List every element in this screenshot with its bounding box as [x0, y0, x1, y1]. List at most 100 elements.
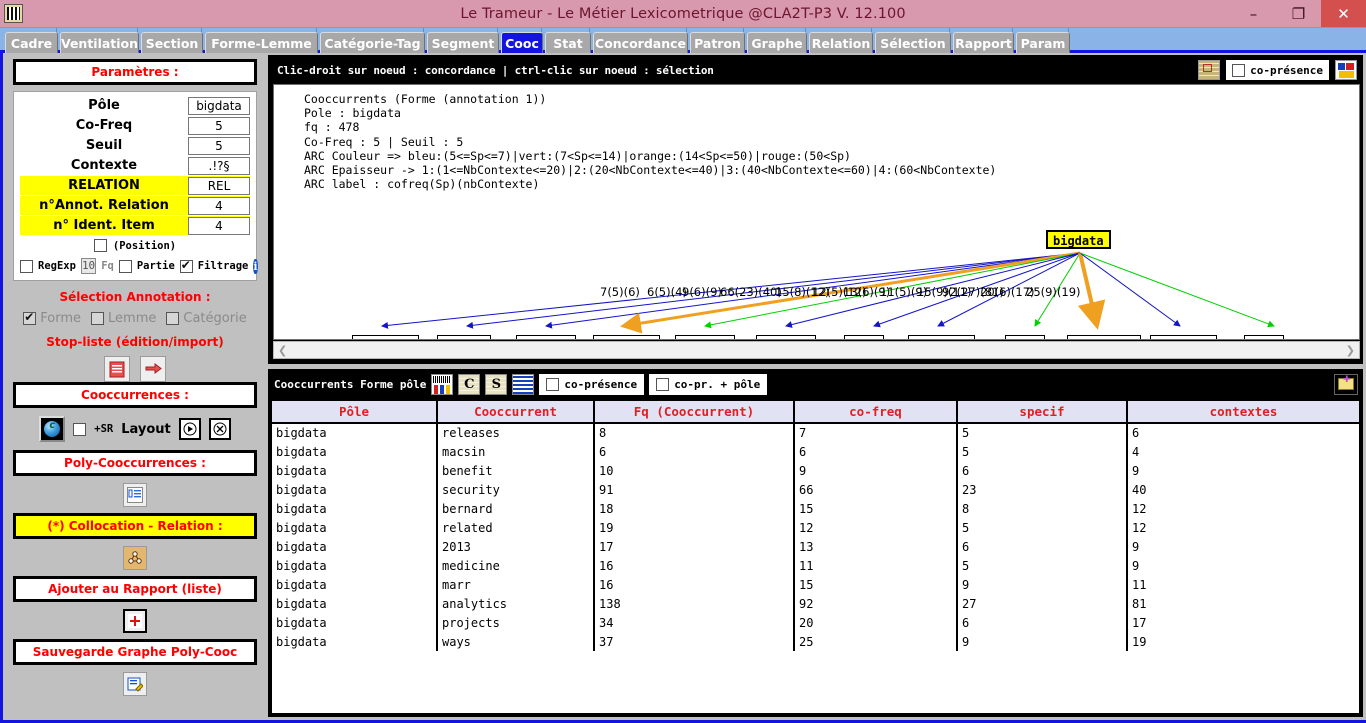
- table-row[interactable]: bigdata benefit 10 9 6 9: [272, 461, 1359, 480]
- tab-cadre[interactable]: Cadre: [5, 32, 58, 53]
- graph-node[interactable]: related: [756, 335, 817, 339]
- table-row[interactable]: bigdata macsin 6 6 5 4: [272, 442, 1359, 461]
- graph-node[interactable]: analytics: [1067, 335, 1142, 339]
- table-column-header[interactable]: Cooccurrent: [437, 401, 595, 424]
- graph-node[interactable]: projects: [1150, 335, 1218, 339]
- table-copresence-checkbox[interactable]: [546, 377, 560, 391]
- table-copresence-control[interactable]: co-présence: [539, 373, 645, 395]
- table-row[interactable]: bigdata bernard 18 15 8 12: [272, 499, 1359, 518]
- sr-checkbox[interactable]: [73, 422, 87, 436]
- collocation-graph-icon[interactable]: [123, 546, 147, 570]
- tab-ventilation[interactable]: Ventilation: [60, 32, 139, 53]
- export-folder-icon[interactable]: [1334, 373, 1358, 395]
- graph-pole-node[interactable]: bigdata: [1046, 230, 1111, 249]
- position-checkbox[interactable]: [93, 239, 107, 252]
- import-stoplist-icon[interactable]: [140, 356, 166, 382]
- edit-stoplist-icon[interactable]: [104, 356, 130, 382]
- param-value-input[interactable]: .!?§: [188, 156, 250, 175]
- table-cell: 5: [957, 442, 1128, 461]
- tab-patron[interactable]: Patron: [690, 32, 745, 53]
- tab-cooc[interactable]: Cooc: [501, 32, 543, 53]
- annotation-option-catégorie[interactable]: Catégorie: [166, 311, 247, 326]
- annotation-label: Lemme: [108, 311, 157, 326]
- param-value-input[interactable]: 5: [188, 116, 250, 135]
- annotation-checkbox[interactable]: [23, 310, 37, 325]
- graph-node[interactable]: security: [593, 335, 661, 339]
- graph-node[interactable]: medicine: [908, 335, 976, 339]
- cooc-globe-icon[interactable]: [39, 416, 66, 442]
- annotation-option-lemme[interactable]: Lemme: [91, 311, 156, 326]
- param-row-seuil: Seuil 5: [20, 136, 250, 155]
- layout-stop-icon[interactable]: [208, 418, 231, 440]
- annotation-checkbox[interactable]: [166, 312, 180, 325]
- table-row[interactable]: bigdata marr 16 15 9 11: [272, 575, 1359, 594]
- table-column-header[interactable]: specif: [957, 401, 1128, 424]
- param-value-input[interactable]: 4: [188, 216, 250, 235]
- poly-tree-icon[interactable]: [123, 483, 147, 507]
- table-column-header[interactable]: Pôle: [272, 401, 438, 424]
- tab-section[interactable]: Section: [141, 32, 203, 53]
- info-icon[interactable]: i: [253, 258, 258, 274]
- save-edit-icon[interactable]: [123, 672, 147, 696]
- graph-node[interactable]: benefit: [516, 335, 577, 339]
- cooccurrents-table-container[interactable]: Pôle Cooccurrent Fq (Cooccurrent) co-freq sp…: [272, 401, 1359, 713]
- partie-checkbox[interactable]: [118, 259, 132, 273]
- tab-param[interactable]: Param: [1016, 32, 1070, 53]
- graph-scroll-right-icon[interactable]: ❯: [1342, 344, 1359, 357]
- param-value-input[interactable]: 4: [188, 196, 250, 215]
- tab-graphe[interactable]: Graphe: [747, 32, 807, 53]
- annotation-option-forme[interactable]: Forme: [23, 310, 81, 326]
- fq-input[interactable]: 10: [80, 258, 97, 274]
- graph-node[interactable]: macsin: [437, 335, 491, 339]
- graph-node[interactable]: bernard: [675, 335, 736, 339]
- table-column-header[interactable]: contextes: [1127, 401, 1359, 424]
- graph-copresence-control[interactable]: co-présence: [1226, 60, 1329, 80]
- table-row[interactable]: bigdata security 91 66 23 40: [272, 480, 1359, 499]
- table-row[interactable]: bigdata related 19 12 5 12: [272, 518, 1359, 537]
- segment-s-icon[interactable]: S: [485, 373, 508, 395]
- table-row[interactable]: bigdata medicine 16 11 5 9: [272, 556, 1359, 575]
- tab-relation[interactable]: Relation: [809, 32, 873, 53]
- tab-segment[interactable]: Segment: [427, 32, 499, 53]
- graph-node[interactable]: marr: [1005, 335, 1045, 339]
- tab-stat[interactable]: Stat: [545, 32, 591, 53]
- parameters-panel: Pôle bigdata Co-Freq 5 Seuil 5 Contexte .!?§ REL…: [13, 91, 258, 281]
- table-column-header[interactable]: Fq (Cooccurrent): [594, 401, 795, 424]
- table-column-header[interactable]: co-freq: [794, 401, 958, 424]
- graph-canvas[interactable]: Cooccurrents (Forme (annotation 1)) Pole…: [273, 84, 1360, 340]
- graph-node[interactable]: releases: [352, 335, 420, 339]
- report-title: Ajouter au Rapport (liste): [16, 579, 254, 599]
- table-copresence-pole-checkbox[interactable]: [656, 377, 670, 391]
- concordance-c-icon[interactable]: C: [458, 373, 481, 395]
- param-value-input[interactable]: bigdata: [188, 96, 250, 115]
- graph-node[interactable]: 2013: [844, 335, 884, 339]
- annotation-label: Catégorie: [183, 311, 247, 326]
- filtrage-checkbox[interactable]: [179, 258, 193, 273]
- tab-s-lection[interactable]: Sélection: [875, 32, 951, 53]
- layout-play-icon[interactable]: [178, 418, 201, 440]
- grid-icon[interactable]: [1198, 60, 1221, 80]
- annotation-checkbox[interactable]: [91, 312, 105, 325]
- table-row[interactable]: bigdata releases 8 7 5 6: [272, 423, 1359, 442]
- graph-node[interactable]: ways: [1244, 335, 1284, 339]
- table-copresence-pole-control[interactable]: co-pr. + pôle: [649, 373, 768, 395]
- tab-rapport[interactable]: Rapport: [953, 32, 1014, 53]
- param-value-input[interactable]: REL: [188, 176, 250, 195]
- table-row[interactable]: bigdata analytics 138 92 27 81: [272, 594, 1359, 613]
- table-row[interactable]: bigdata ways 37 25 9 19: [272, 632, 1359, 651]
- add-report-icon[interactable]: [123, 609, 147, 633]
- tab-forme-lemme[interactable]: Forme-Lemme: [205, 32, 318, 53]
- tab-cat-gorie-tag[interactable]: Catégorie-Tag: [320, 32, 425, 53]
- regexp-checkbox[interactable]: [20, 259, 33, 273]
- table-cell: medicine: [437, 556, 595, 575]
- graph-copresence-checkbox[interactable]: [1232, 63, 1246, 77]
- chart-icon[interactable]: [431, 373, 454, 395]
- palette-icon[interactable]: [1335, 60, 1357, 80]
- lines-icon[interactable]: [512, 373, 535, 395]
- tab-concordance[interactable]: Concordance: [593, 32, 688, 53]
- graph-horizontal-scrollbar[interactable]: ❮ ❯: [273, 341, 1360, 359]
- param-value-input[interactable]: 5: [188, 136, 250, 155]
- graph-scroll-left-icon[interactable]: ❮: [274, 344, 291, 357]
- table-row[interactable]: bigdata 2013 17 13 6 9: [272, 537, 1359, 556]
- table-row[interactable]: bigdata projects 34 20 6 17: [272, 613, 1359, 632]
